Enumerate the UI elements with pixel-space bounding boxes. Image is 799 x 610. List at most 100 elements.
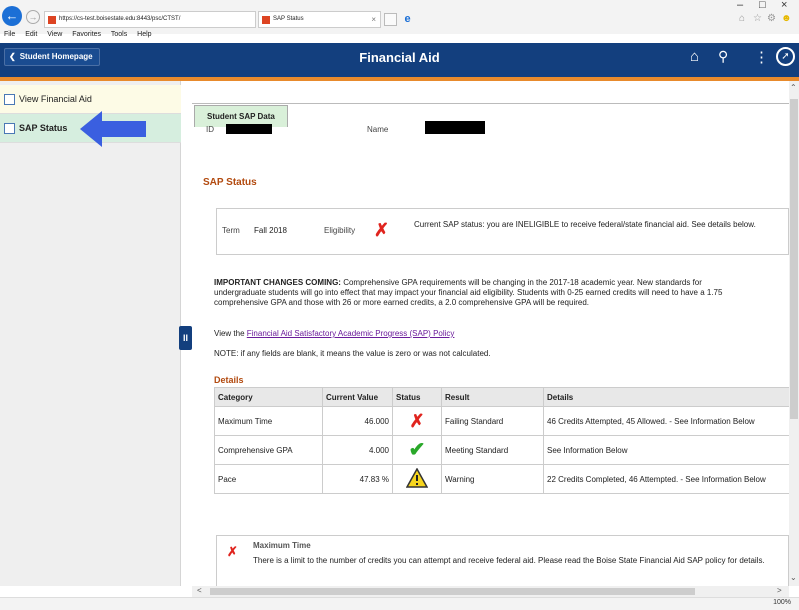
scroll-right-icon[interactable]: > <box>777 586 782 595</box>
menu-favorites[interactable]: Favorites <box>72 31 101 38</box>
more-options-icon[interactable]: ⋮ <box>754 48 769 66</box>
cell-current-value: 47.83 % <box>322 464 393 494</box>
details-table: Category Current Value Status Result Det… <box>214 387 789 494</box>
checkmark-icon: ✔ <box>408 439 426 461</box>
document-icon <box>4 123 15 134</box>
favorites-star-icon[interactable]: ☆ <box>753 13 762 24</box>
menu-view[interactable]: View <box>47 31 62 38</box>
menu-file[interactable]: File <box>4 31 15 38</box>
horizontal-scrollbar[interactable]: < > <box>192 586 789 597</box>
column-header-category: Category <box>214 387 323 407</box>
menu-help[interactable]: Help <box>137 31 151 38</box>
smiley-feedback-icon[interactable]: ☻ <box>781 13 792 24</box>
scroll-up-icon[interactable]: ⌃ <box>790 83 797 92</box>
cell-category: Comprehensive GPA <box>214 435 323 465</box>
new-tab-button[interactable] <box>384 13 397 26</box>
ineligible-x-icon: ✗ <box>374 220 390 240</box>
close-tab-icon[interactable]: × <box>371 12 376 27</box>
column-header-current-value: Current Value <box>322 387 393 407</box>
sidebar: View Financial Aid SAP Status <box>0 81 181 586</box>
table-row: Comprehensive GPA 4.000 ✔ Meeting Standa… <box>214 435 789 465</box>
sidebar-item-label: SAP Status <box>19 123 68 133</box>
important-changes-notice: IMPORTANT CHANGES COMING: Comprehensive … <box>214 278 744 308</box>
maximize-icon[interactable]: □ <box>759 0 766 11</box>
cell-result: Failing Standard <box>441 406 544 436</box>
close-window-icon[interactable]: × <box>781 0 787 11</box>
menu-edit[interactable]: Edit <box>25 31 37 38</box>
cell-result: Warning <box>441 464 544 494</box>
tab-favicon-icon <box>262 16 270 24</box>
address-bar[interactable]: https://cs-test.boisestate.edu:8443/psc/… <box>44 11 256 28</box>
tab-strip: Student SAP Data <box>192 103 789 127</box>
failing-x-icon: ✗ <box>409 411 425 431</box>
cell-status: ✗ <box>392 406 442 436</box>
cell-details: See Information Below <box>543 435 789 465</box>
settings-gear-icon[interactable]: ⚙ <box>767 13 776 24</box>
eligibility-label: Eligibility <box>324 226 356 235</box>
tab-title: SAP Status <box>273 16 304 22</box>
home-browser-icon[interactable]: ⌂ <box>739 13 745 24</box>
vertical-scroll-thumb[interactable] <box>790 99 798 419</box>
site-favicon-icon <box>48 16 56 24</box>
browser-status-bar: 100% <box>0 597 799 610</box>
failing-x-icon: ✗ <box>227 544 238 559</box>
forward-arrow-icon[interactable]: → <box>26 10 40 24</box>
cell-current-value: 4.000 <box>322 435 393 465</box>
sap-policy-link[interactable]: Financial Aid Satisfactory Academic Prog… <box>247 329 455 338</box>
id-label: ID <box>206 125 214 134</box>
column-header-details: Details <box>543 387 789 407</box>
scroll-down-icon[interactable]: ⌄ <box>790 573 797 582</box>
browser-tab[interactable]: SAP Status × <box>258 11 381 28</box>
address-text: https://cs-test.boisestate.edu:8443/psc/… <box>59 16 181 22</box>
name-label: Name <box>367 125 389 134</box>
warning-triangle-icon <box>406 468 428 488</box>
blank-fields-note: NOTE: if any fields are blank, it means … <box>214 349 491 358</box>
search-icon[interactable]: ⚲ <box>718 48 728 65</box>
cell-current-value: 46.000 <box>322 406 393 436</box>
term-label: Term <box>222 226 240 235</box>
sidebar-item-label: View Financial Aid <box>19 94 92 104</box>
vertical-scrollbar[interactable]: ⌃ ⌄ <box>789 81 799 586</box>
browser-menu-bar: File Edit View Favorites Tools Help <box>4 31 160 38</box>
redacted-name <box>425 121 485 134</box>
column-header-status: Status <box>392 387 442 407</box>
column-header-result: Result <box>441 387 544 407</box>
maximum-time-info-box: ✗ Maximum Time There is a limit to the n… <box>216 535 789 586</box>
browser-logo-icon: e <box>404 13 411 25</box>
cell-details: 22 Credits Completed, 46 Attempted. - Se… <box>543 464 789 494</box>
table-row: Pace 47.83 % Warning 22 Credits Complete… <box>214 464 789 494</box>
cell-details: 46 Credits Attempted, 45 Allowed. - See … <box>543 406 789 436</box>
sap-status-summary: Term Fall 2018 Eligibility ✗ Current SAP… <box>216 208 789 255</box>
page-title: Financial Aid <box>359 50 440 65</box>
home-icon[interactable]: ⌂ <box>690 48 699 65</box>
menu-tools[interactable]: Tools <box>111 31 127 38</box>
cell-status <box>392 464 442 494</box>
pointer-arrow-icon <box>80 111 146 147</box>
navbar-icon[interactable]: ➚ <box>776 47 795 66</box>
sap-status-message: Current SAP status: you are INELIGIBLE t… <box>414 220 756 229</box>
policy-prefix: View the <box>214 329 247 338</box>
sap-status-heading: SAP Status <box>203 177 257 188</box>
policy-line: View the Financial Aid Satisfactory Acad… <box>214 329 454 338</box>
cell-category: Pace <box>214 464 323 494</box>
details-heading: Details <box>214 375 244 385</box>
minimize-icon[interactable]: – <box>737 0 743 11</box>
scroll-left-icon[interactable]: < <box>197 586 202 595</box>
horizontal-scroll-thumb[interactable] <box>210 588 695 595</box>
table-header-row: Category Current Value Status Result Det… <box>214 387 789 407</box>
collapse-sidebar-handle[interactable]: II <box>179 326 192 350</box>
main-content: Student SAP Data ID Name SAP Status Term… <box>192 81 789 586</box>
cell-category: Maximum Time <box>214 406 323 436</box>
cell-status: ✔ <box>392 435 442 465</box>
zoom-level[interactable]: 100% <box>773 599 791 606</box>
term-value: Fall 2018 <box>254 226 287 235</box>
redacted-id <box>226 124 272 134</box>
cell-result: Meeting Standard <box>441 435 544 465</box>
table-row: Maximum Time 46.000 ✗ Failing Standard 4… <box>214 406 789 436</box>
app-header: ❮ Student Homepage Financial Aid ⌂ ⚲ ⋮ ➚ <box>0 43 799 77</box>
back-arrow-icon[interactable]: ← <box>2 6 22 26</box>
important-changes-heading: IMPORTANT CHANGES COMING: <box>214 278 341 287</box>
browser-toolbar: ← → https://cs-test.boisestate.edu:8443/… <box>0 0 799 38</box>
document-icon <box>4 94 15 105</box>
info-title: Maximum Time <box>253 541 311 550</box>
